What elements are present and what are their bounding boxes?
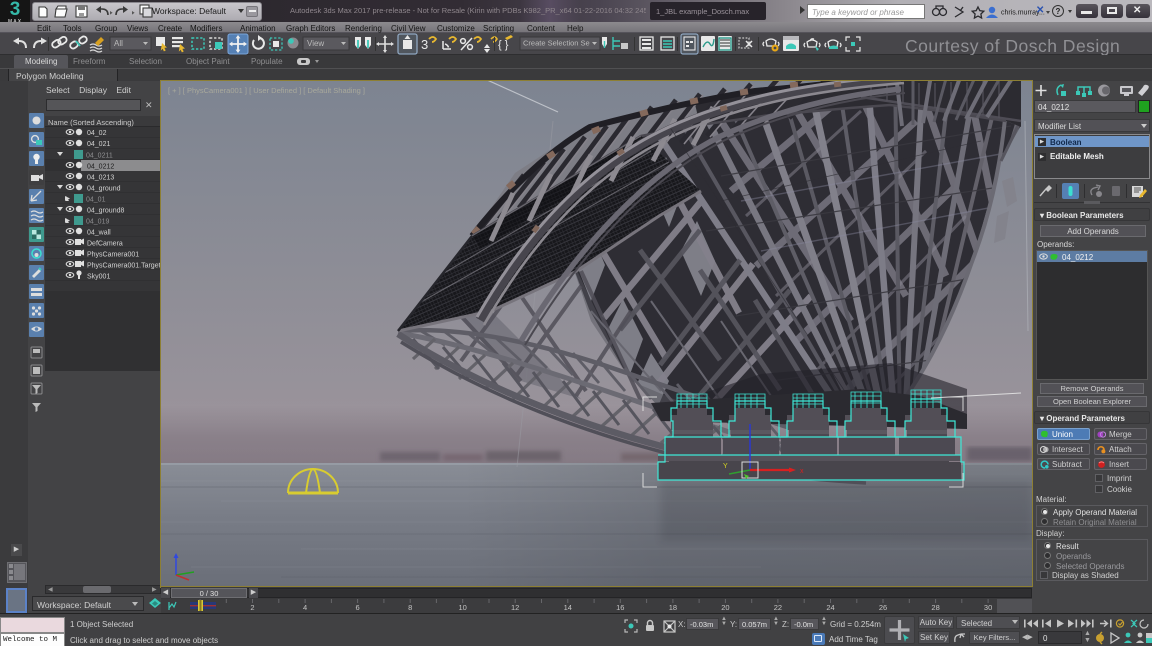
svg-text:2: 2 (250, 603, 254, 612)
svg-text:[ + ] [ PhysCamera001 ] [ User: [ + ] [ PhysCamera001 ] [ User Defined ]… (168, 86, 365, 95)
svg-text:16: 16 (616, 603, 624, 612)
svg-text:Sky001: Sky001 (87, 274, 110, 281)
svg-text:04_019: 04_019 (86, 219, 109, 226)
svg-text:View: View (307, 39, 324, 48)
svg-text:24: 24 (826, 603, 834, 612)
svg-text:8: 8 (408, 603, 412, 612)
svg-text:DefCamera: DefCamera (87, 241, 123, 248)
svg-text:04_0211: 04_0211 (86, 153, 113, 160)
svg-text:04_ground8: 04_ground8 (87, 208, 124, 215)
svg-text:Create Selection Se: Create Selection Se (523, 39, 590, 48)
svg-text:04_ground: 04_ground (87, 186, 121, 193)
svg-text:PhysCamera001.Target: PhysCamera001.Target (87, 263, 161, 270)
svg-text:3: 3 (421, 37, 428, 52)
svg-text:28: 28 (931, 603, 939, 612)
svg-text:04_0212: 04_0212 (87, 164, 114, 171)
svg-text:10: 10 (459, 603, 467, 612)
svg-text:04_01: 04_01 (86, 197, 106, 204)
svg-text:04_02: 04_02 (87, 130, 107, 137)
svg-text:Y: Y (723, 463, 728, 470)
svg-text:26: 26 (879, 603, 887, 612)
svg-text:4: 4 (303, 603, 307, 612)
svg-text:6: 6 (356, 603, 360, 612)
svg-text:All: All (114, 39, 123, 48)
svg-text:04_0213: 04_0213 (87, 175, 114, 182)
svg-text:18: 18 (669, 603, 677, 612)
svg-text:04_021: 04_021 (87, 141, 110, 148)
svg-text:30: 30 (984, 603, 992, 612)
svg-text:{ }: { } (498, 39, 509, 51)
svg-text:12: 12 (511, 603, 519, 612)
svg-text:20: 20 (721, 603, 729, 612)
svg-text:04_wall: 04_wall (87, 230, 111, 237)
svg-text:22: 22 (774, 603, 782, 612)
svg-text:14: 14 (564, 603, 572, 612)
svg-text:PhysCamera001: PhysCamera001 (87, 252, 139, 259)
svg-text:x: x (800, 468, 804, 475)
